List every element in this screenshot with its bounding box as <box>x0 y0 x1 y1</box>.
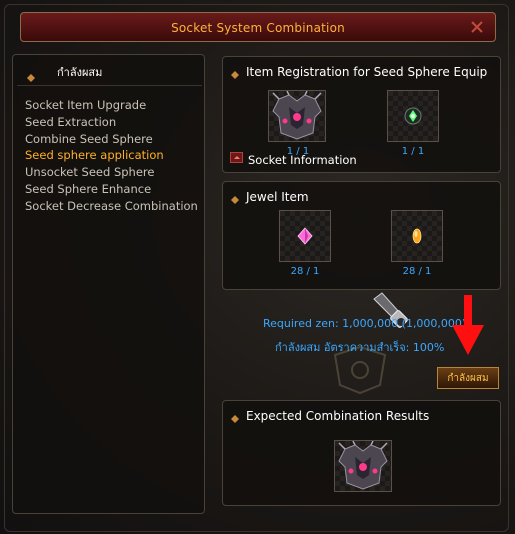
jewel-slot-pink[interactable] <box>279 210 331 262</box>
seed-sphere-icon <box>404 107 422 125</box>
pink-jewel-icon <box>297 227 313 245</box>
registration-seed-slot[interactable] <box>387 90 439 142</box>
socket-info-toggle-button[interactable] <box>230 152 243 163</box>
red-arrow-icon <box>452 295 484 355</box>
bullet-icon <box>27 67 35 82</box>
registration-header-label: Item Registration for Seed Sphere Equip <box>246 65 488 79</box>
sidebar-item-socket-decrease-combination[interactable]: Socket Decrease Combination <box>25 198 198 215</box>
window: Socket System Combination กำลังผสม Socke… <box>0 0 515 534</box>
bullet-icon <box>231 412 239 423</box>
result-slot <box>334 440 392 492</box>
sidebar-item-socket-item-upgrade[interactable]: Socket Item Upgrade <box>25 97 198 114</box>
sidebar-item-seed-sphere-enhance[interactable]: Seed Sphere Enhance <box>25 181 198 198</box>
armor-icon <box>338 440 388 490</box>
combine-button[interactable]: กำลังผสม <box>437 367 499 389</box>
bullet-icon <box>231 68 239 79</box>
jewel-header-label: Jewel Item <box>246 190 309 204</box>
window-title: Socket System Combination <box>171 21 345 35</box>
registration-header: Item Registration for Seed Sphere Equip <box>231 65 493 79</box>
close-icon[interactable] <box>469 19 485 35</box>
required-zen-text: Required zen: 1,000,000 (1,000,000) <box>263 317 467 330</box>
result-header-label: Expected Combination Results <box>246 409 430 423</box>
success-rate-text: กำลังผสม อัตราความสำเร็จ: 100% <box>275 341 445 354</box>
sidebar-item-combine-seed-sphere[interactable]: Combine Seed Sphere <box>25 131 198 148</box>
jewel-slot-gold[interactable] <box>391 210 443 262</box>
jewel-pink-count: 28 / 1 <box>290 266 320 277</box>
socket-info-label: Socket Information <box>248 153 357 167</box>
sidebar-panel: กำลังผสม Socket Item Upgrade Seed Extrac… <box>12 54 205 514</box>
jewel-header: Jewel Item <box>231 190 309 204</box>
jewel-panel: Jewel Item <box>222 181 501 290</box>
registration-armor-slot[interactable] <box>268 90 326 142</box>
jewel-gold-count: 28 / 1 <box>402 266 432 277</box>
sidebar-menu: Socket Item Upgrade Seed Extraction Comb… <box>25 97 198 215</box>
title-bar: Socket System Combination <box>20 12 496 42</box>
bullet-icon <box>231 193 239 204</box>
sidebar-item-seed-extraction[interactable]: Seed Extraction <box>25 114 198 131</box>
gold-jewel-icon <box>412 228 422 244</box>
sidebar-item-unsocket-seed-sphere[interactable]: Unsocket Seed Sphere <box>25 164 198 181</box>
sidebar-header: กำลังผสม <box>17 59 202 86</box>
result-header: Expected Combination Results <box>231 409 429 423</box>
registration-seed-count: 1 / 1 <box>401 146 425 157</box>
sidebar-item-seed-sphere-application[interactable]: Seed sphere application <box>25 147 198 164</box>
sidebar-header-label: กำลังผสม <box>57 66 103 79</box>
armor-icon <box>272 90 322 140</box>
